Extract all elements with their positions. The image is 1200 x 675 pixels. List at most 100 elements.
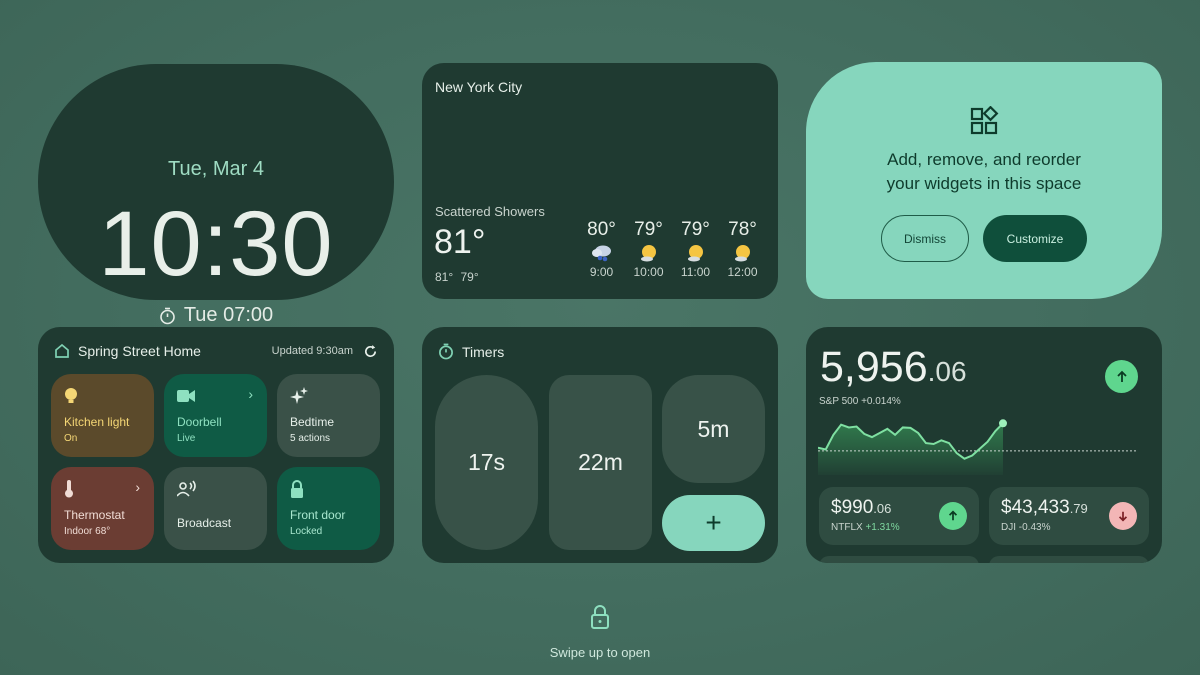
alarm-time: Tue 07:00 (183, 304, 274, 326)
trend-up-badge (939, 502, 967, 530)
ticker-symbol: NTFLX (831, 522, 863, 533)
clock-time: 10:30 (98, 193, 334, 295)
arrow-up-icon (1116, 370, 1127, 382)
ticker-card-peek[interactable] (819, 556, 979, 563)
ticker-price-dec: .79 (1069, 501, 1088, 516)
chevron-right-icon: › (135, 479, 140, 495)
device-tile-kitchen-light[interactable]: Kitchen light On (51, 374, 154, 457)
home-title: Spring Street Home (78, 343, 201, 359)
clock-widget[interactable]: Tue, Mar 4 10:30 Tue 07:00 (38, 64, 394, 326)
stocks-widget[interactable]: 5,956.06 S&P 500 +0.014% $990.06 NTFLX +… (806, 327, 1162, 563)
ticker-price: $990 (831, 497, 874, 518)
device-tile-bedtime[interactable]: Bedtime 5 actions (277, 374, 380, 457)
thermometer-icon (65, 480, 73, 498)
index-label: S&P 500 +0.014% (819, 396, 901, 407)
device-tile-doorbell[interactable]: › Doorbell Live (164, 374, 267, 457)
weather-condition: Scattered Showers (435, 204, 545, 219)
tile-status: Live (177, 433, 196, 444)
widgets-icon (970, 106, 999, 135)
tile-status: Indoor 68° (64, 526, 111, 537)
forecast-hour: 79° 10:00 (625, 219, 672, 279)
message-line: Add, remove, and reorder (887, 150, 1081, 169)
tile-name: Broadcast (177, 516, 232, 530)
add-timer-button[interactable]: + (662, 495, 765, 551)
customize-widget: Add, remove, and reorder your widgets in… (806, 62, 1162, 299)
timers-title: Timers (462, 343, 505, 360)
forecast-hour: 79° 11:00 (672, 219, 719, 279)
tile-name: Doorbell (177, 415, 222, 429)
timer-tile[interactable]: 17s (435, 375, 538, 550)
partly-sunny-icon (687, 245, 703, 262)
device-tile-thermostat[interactable]: › Thermostat Indoor 68° (51, 467, 154, 550)
forecast-hour-label: 10:00 (633, 265, 664, 279)
weather-current-temp: 81° (434, 223, 486, 261)
arrow-down-icon (1118, 511, 1128, 522)
forecast-hour: 80° 9:00 (578, 219, 625, 279)
lock-footer[interactable]: Swipe up to open (0, 604, 1200, 660)
timer-tile[interactable]: 5m (662, 375, 765, 483)
partly-sunny-icon (640, 245, 656, 262)
forecast-hour-label: 11:00 (680, 265, 711, 279)
forecast-hour: 78° 12:00 (719, 219, 766, 279)
tile-name: Bedtime (290, 415, 335, 429)
forecast-hour-label: 12:00 (727, 265, 758, 279)
forecast-temp: 79° (634, 219, 663, 240)
device-tile-front-door[interactable]: Front door Locked (277, 467, 380, 550)
home-icon (55, 343, 69, 358)
ticker-card[interactable]: $43,433.79 DJI -0.43% (989, 487, 1149, 545)
weather-widget[interactable]: New York City Scattered Showers 81° 81° … (422, 63, 778, 299)
customize-message: Add, remove, and reorder your widgets in… (806, 148, 1162, 196)
ticker-card[interactable]: $990.06 NTFLX +1.31% (819, 487, 979, 545)
forecast-temp: 78° (728, 219, 757, 240)
tile-status: Locked (290, 526, 323, 537)
partly-sunny-icon (734, 245, 750, 262)
rain-cloud-icon (591, 245, 611, 262)
trend-up-badge (1105, 360, 1138, 393)
weather-high-low: 81° 79° (435, 270, 479, 284)
arrow-up-icon (948, 510, 958, 521)
refresh-icon[interactable] (363, 344, 378, 359)
timer-tile[interactable]: 22m (549, 375, 652, 550)
weather-city: New York City (435, 79, 523, 95)
sparkle-icon (290, 387, 308, 404)
sparkline-area (818, 423, 1003, 475)
swipe-hint: Swipe up to open (549, 645, 651, 660)
customize-button[interactable]: Customize (983, 215, 1087, 262)
tile-status: On (64, 433, 78, 444)
chevron-right-icon: › (248, 386, 253, 402)
forecast-temp: 79° (681, 219, 710, 240)
price-dec: .06 (927, 356, 967, 387)
lock-icon (591, 605, 609, 629)
home-widget: Spring Street Home Updated 9:30am Kitche… (38, 327, 394, 563)
tile-name: Kitchen light (64, 415, 130, 429)
ticker-symbol: DJI (1001, 522, 1016, 533)
forecast-temp: 80° (587, 219, 616, 240)
updated-time: Updated 9:30am (271, 345, 353, 357)
message-line: your widgets in this space (886, 174, 1082, 193)
video-camera-icon (177, 390, 195, 402)
tile-name: Thermostat (64, 508, 125, 522)
timers-widget: Timers 17s 22m 5m + (422, 327, 778, 563)
sparkline-chart (818, 419, 1138, 475)
broadcast-icon (176, 480, 196, 497)
trend-down-badge (1109, 502, 1137, 530)
ticker-price: $43,433 (1001, 497, 1070, 518)
tile-status: 5 actions (290, 433, 331, 444)
sparkline-endpoint (999, 419, 1007, 428)
hourly-forecast: 80° 9:00 79° 10:00 79° 11:00 78° 12:00 (578, 219, 766, 279)
tile-name: Front door (290, 508, 346, 522)
stopwatch-icon (160, 307, 175, 324)
forecast-hour-label: 9:00 (589, 265, 614, 279)
index-price: 5,956.06 (820, 343, 967, 392)
ticker-change: -0.43% (1018, 522, 1051, 533)
ticker-card-peek[interactable] (989, 556, 1149, 563)
device-tile-broadcast[interactable]: Broadcast (164, 467, 267, 550)
stopwatch-icon (439, 343, 453, 360)
ticker-change: +1.31% (865, 522, 900, 533)
lock-icon (291, 480, 303, 498)
price-int: 5,956 (820, 343, 928, 391)
ticker-price-dec: .06 (873, 501, 892, 516)
dismiss-button[interactable]: Dismiss (881, 215, 969, 262)
clock-date: Tue, Mar 4 (168, 158, 264, 180)
next-alarm[interactable]: Tue 07:00 (38, 304, 394, 327)
